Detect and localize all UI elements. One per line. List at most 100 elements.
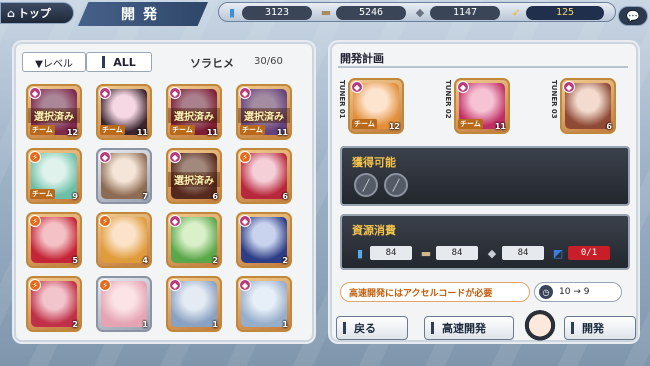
- back-button[interactable]: 戻る: [336, 316, 408, 340]
- team-tag: チーム: [30, 189, 55, 199]
- character-card[interactable]: ◆ 選択済みチーム 11: [236, 84, 292, 140]
- acquirable-title: 獲得可能: [352, 156, 396, 169]
- resource-parts: ◆ 1147: [413, 5, 500, 20]
- character-card[interactable]: ◆ 2: [166, 212, 222, 268]
- chat-button[interactable]: 💬: [618, 6, 648, 26]
- tuner-label: TUNER 03: [550, 80, 558, 119]
- resource-cost-box: 資源消費 ▮ 84 ▬ 84 ◆ 84 ◩ 0/1: [340, 214, 630, 270]
- chat-bubble-icon: 💬: [626, 9, 640, 23]
- equipment-slot-icon[interactable]: ╱: [384, 173, 408, 197]
- category-label: ソラヒメ: [190, 57, 234, 70]
- team-tag: チーム: [352, 119, 377, 129]
- tuner-slot-1[interactable]: TUNER 01 ◆ チーム 12: [336, 76, 428, 136]
- button-accent: [343, 322, 346, 334]
- sort-level-button[interactable]: ▼レベル: [22, 52, 86, 72]
- card-level: 6: [212, 192, 218, 201]
- character-card[interactable]: ⚡ チーム 9: [26, 148, 82, 204]
- cost-title: 資源消費: [352, 224, 396, 237]
- star-type-icon: ◆: [239, 215, 251, 227]
- team-tag: チーム: [170, 125, 195, 135]
- filter-all-label: ALL: [113, 55, 136, 69]
- button-accent: [571, 322, 574, 334]
- equipment-slot-icon[interactable]: ╱: [354, 173, 378, 197]
- character-card[interactable]: ◆ 1: [236, 276, 292, 332]
- home-button[interactable]: ⌂ トップ: [0, 2, 74, 24]
- resource-bar: ▮ 3123 ▬ 5246 ◆ 1147 ➶ 125: [218, 2, 616, 22]
- star-type-icon: ◆: [99, 87, 111, 99]
- fast-dev-time-value: 10 → 9: [559, 287, 590, 297]
- selected-label: 選択済み: [238, 108, 290, 123]
- character-list-panel: ▼レベル ALL ソラヒメ 30/60 ◆ 選択済み チーム 12 ◆ チーム 11 ◆ 選択済…: [14, 42, 314, 342]
- character-card[interactable]: ◆ 2: [236, 212, 292, 268]
- team-tag: チーム: [458, 119, 483, 129]
- card-level: 12: [66, 128, 78, 137]
- star-type-icon: ◆: [239, 279, 251, 291]
- cost-row: ▮ 84 ▬ 84 ◆ 84 ◩ 0/1: [352, 244, 622, 262]
- fast-develop-button[interactable]: 高速開発: [424, 316, 514, 340]
- character-card[interactable]: ⚡ 1: [96, 276, 152, 332]
- tuner-label: TUNER 02: [444, 80, 452, 119]
- cost-accel-value: 0/1: [568, 246, 610, 260]
- accel-code-icon: ➶: [511, 6, 521, 19]
- character-card[interactable]: ⚡ 6: [236, 148, 292, 204]
- plan-title: 開発計画: [338, 50, 628, 68]
- filter-all-button[interactable]: ALL: [86, 52, 152, 72]
- tuner-slot-3[interactable]: TUNER 03 ◆ 6: [548, 76, 640, 136]
- character-card[interactable]: ◆ 6: [560, 78, 616, 134]
- character-card[interactable]: ◆ 選択済み チーム 12: [26, 84, 82, 140]
- resource-fuel: ▮ 3123: [225, 5, 312, 20]
- resource-parts-value: 1147: [430, 5, 500, 20]
- character-card[interactable]: ◆ 7: [96, 148, 152, 204]
- card-level: 2: [212, 256, 218, 265]
- character-card[interactable]: ◆ 1: [166, 276, 222, 332]
- card-level: 11: [276, 128, 288, 137]
- cost-accel: ◩ 0/1: [550, 244, 610, 262]
- team-tag: チーム: [30, 125, 55, 135]
- card-level: 6: [606, 122, 612, 131]
- star-type-icon: ◆: [99, 151, 111, 163]
- fast-dev-message: 高速開発にはアクセルコードが必要: [340, 282, 530, 302]
- page-title: 開発: [78, 2, 208, 26]
- resource-accel: ➶ 125: [509, 5, 604, 20]
- fire-type-icon: ⚡: [29, 215, 41, 227]
- character-card[interactable]: ◆ チーム 11: [454, 78, 510, 134]
- fast-dev-time: ◷ 10 → 9: [534, 282, 622, 302]
- resource-fuel-value: 3123: [242, 5, 312, 20]
- back-label: 戻る: [354, 322, 376, 335]
- parts-icon: ◆: [487, 246, 497, 260]
- star-type-icon: ◆: [169, 151, 181, 163]
- develop-button[interactable]: 開発: [564, 316, 636, 340]
- star-type-icon: ◆: [29, 87, 41, 99]
- character-card[interactable]: ⚡ 2: [26, 276, 82, 332]
- card-level: 11: [136, 128, 148, 137]
- star-type-icon: ◆: [169, 215, 181, 227]
- star-type-icon: ◆: [169, 279, 181, 291]
- character-card[interactable]: ⚡ 4: [96, 212, 152, 268]
- top-bar: ⌂ トップ 開発 ▮ 3123 ▬ 5246 ◆ 1147 ➶ 125 💬: [0, 0, 650, 28]
- steel-icon: ▬: [320, 6, 332, 19]
- fire-type-icon: ⚡: [239, 151, 251, 163]
- team-tag: チーム: [100, 125, 125, 135]
- star-type-icon: ◆: [169, 87, 181, 99]
- fuel-icon: ▮: [356, 246, 364, 260]
- character-card[interactable]: ◆ チーム 12: [348, 78, 404, 134]
- team-tag: チーム: [240, 125, 265, 135]
- character-card[interactable]: ◆ 選択済み 6: [166, 148, 222, 204]
- fuel-icon: ▮: [228, 6, 236, 19]
- tuner-label: TUNER 01: [338, 80, 346, 119]
- fire-type-icon: ⚡: [29, 279, 41, 291]
- tuner-slot-2[interactable]: TUNER 02 ◆ チーム 11: [442, 76, 534, 136]
- card-level: 9: [72, 192, 78, 201]
- character-card[interactable]: ◆ チーム 11: [96, 84, 152, 140]
- star-type-icon: ◆: [563, 81, 575, 93]
- cost-parts: ◆ 84: [484, 244, 544, 262]
- fast-dev-row: 高速開発にはアクセルコードが必要 ◷ 10 → 9: [340, 282, 630, 302]
- character-card[interactable]: ◆ 選択済み チーム 11: [166, 84, 222, 140]
- cost-parts-value: 84: [502, 246, 544, 260]
- character-card[interactable]: ⚡ 5: [26, 212, 82, 268]
- cost-steel: ▬ 84: [418, 244, 478, 262]
- fire-type-icon: ⚡: [99, 279, 111, 291]
- character-grid: ◆ 選択済み チーム 12 ◆ チーム 11 ◆ 選択済み チーム 11 ◆ 選択済み チーム 11 ⚡ チーム…: [26, 84, 306, 336]
- star-type-icon: ◆: [239, 87, 251, 99]
- accel-code-icon: ◩: [552, 246, 564, 260]
